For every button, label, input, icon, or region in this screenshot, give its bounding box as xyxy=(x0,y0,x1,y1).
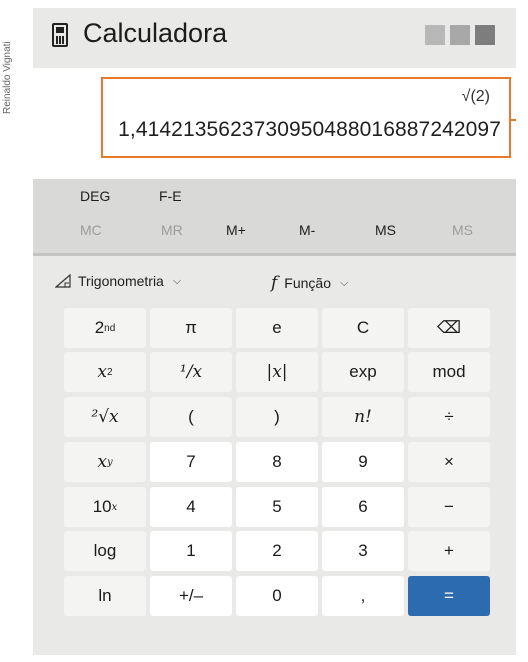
second-function-key[interactable]: 2nd xyxy=(64,308,146,348)
exp-key[interactable]: exp xyxy=(322,352,404,392)
ten-power-key[interactable]: 10 x xyxy=(64,487,146,527)
memory-bar: MC MR M+ M- MS MS xyxy=(33,213,516,253)
function-label: Função xyxy=(284,275,331,291)
highlight-pointer xyxy=(511,119,516,121)
digit-9-key[interactable]: 9 xyxy=(322,442,404,482)
close-button[interactable] xyxy=(475,25,495,45)
chevron-down-icon: ⌵ xyxy=(340,276,349,289)
digit-4-key[interactable]: 4 xyxy=(150,487,232,527)
mc-button[interactable]: MC xyxy=(80,222,102,238)
digit-2-key[interactable]: 2 xyxy=(236,531,318,571)
divider xyxy=(33,253,516,256)
m-plus-button[interactable]: M+ xyxy=(226,222,246,238)
decimal-key[interactable]: , xyxy=(322,576,404,616)
fe-button[interactable]: F-E xyxy=(159,188,182,204)
memory-list-button[interactable]: MS xyxy=(452,222,473,238)
display-area: √(2) 1,4142135623730950488016887242097 xyxy=(33,68,516,179)
equals-key[interactable]: = xyxy=(408,576,490,616)
negate-key[interactable]: +/– xyxy=(150,576,232,616)
result-display: 1,4142135623730950488016887242097 xyxy=(118,118,501,141)
digit-5-key[interactable]: 5 xyxy=(236,487,318,527)
mode-bar: DEG F-E xyxy=(33,179,516,213)
digit-8-key[interactable]: 8 xyxy=(236,442,318,482)
angle-mode-button[interactable]: DEG xyxy=(80,188,110,204)
digit-1-key[interactable]: 1 xyxy=(150,531,232,571)
clear-key[interactable]: C xyxy=(322,308,404,348)
minimize-button[interactable] xyxy=(425,25,445,45)
mr-button[interactable]: MR xyxy=(161,222,183,238)
chevron-down-icon: ⌵ xyxy=(172,274,182,287)
digit-6-key[interactable]: 6 xyxy=(322,487,404,527)
square-root-key[interactable]: ²√x xyxy=(64,397,146,437)
photo-credit: Reinaldo Vignati xyxy=(2,41,13,114)
factorial-key[interactable]: n! xyxy=(322,397,404,437)
ln-key[interactable]: ln xyxy=(64,576,146,616)
window-controls xyxy=(425,25,495,45)
log-key[interactable]: log xyxy=(64,531,146,571)
trigonometry-dropdown[interactable]: Trigonometria ⌵ xyxy=(55,273,181,289)
function-dropdown[interactable]: f Função ⌵ xyxy=(271,273,348,293)
reciprocal-key[interactable]: ¹/x xyxy=(150,352,232,392)
digit-7-key[interactable]: 7 xyxy=(150,442,232,482)
function-icon: f xyxy=(271,273,278,293)
plus-key[interactable]: + xyxy=(408,531,490,571)
digit-3-key[interactable]: 3 xyxy=(322,531,404,571)
ms-button[interactable]: MS xyxy=(375,222,396,238)
square-key[interactable]: x2 xyxy=(64,352,146,392)
backspace-icon[interactable]: ⌫ xyxy=(408,308,490,348)
right-paren-key[interactable]: ) xyxy=(236,397,318,437)
power-key[interactable]: xy xyxy=(64,442,146,482)
app-title: Calculadora xyxy=(83,18,228,48)
pi-key[interactable]: π xyxy=(150,308,232,348)
divide-key[interactable]: ÷ xyxy=(408,397,490,437)
title-bar: Calculadora xyxy=(33,8,516,68)
mod-key[interactable]: mod xyxy=(408,352,490,392)
triangle-ruler-icon xyxy=(55,274,71,288)
minus-key[interactable]: − xyxy=(408,487,490,527)
function-bar: Trigonometria ⌵ f Função ⌵ xyxy=(33,263,516,299)
trigonometry-label: Trigonometria xyxy=(78,273,164,289)
m-minus-button[interactable]: M- xyxy=(299,222,315,238)
calculator-window: Calculadora √(2) 1,414213562373095048801… xyxy=(33,8,516,655)
absolute-value-key[interactable]: |x| xyxy=(236,352,318,392)
maximize-button[interactable] xyxy=(450,25,470,45)
multiply-key[interactable]: × xyxy=(408,442,490,482)
digit-0-key[interactable]: 0 xyxy=(236,576,318,616)
left-paren-key[interactable]: ( xyxy=(150,397,232,437)
expression-display: √(2) xyxy=(461,88,490,105)
e-key[interactable]: e xyxy=(236,308,318,348)
calculator-icon xyxy=(52,23,68,47)
